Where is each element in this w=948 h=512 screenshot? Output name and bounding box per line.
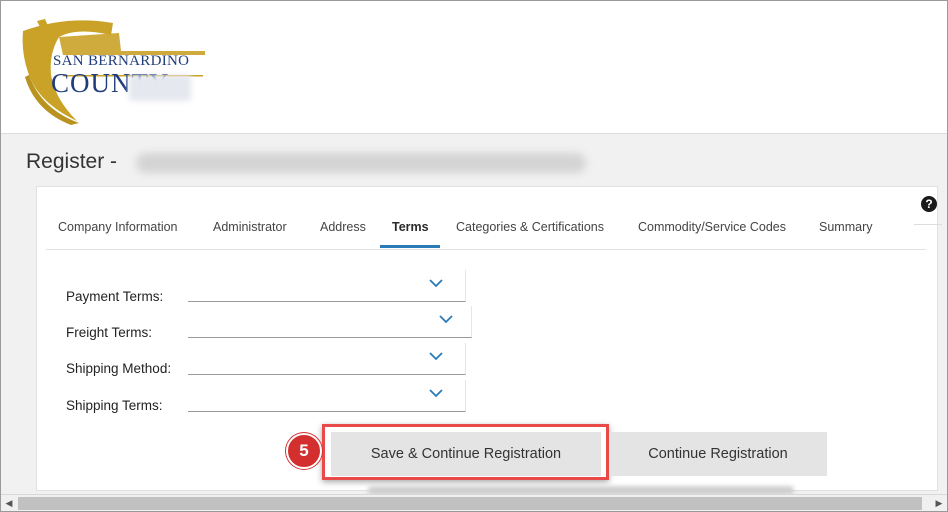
active-tab-indicator (380, 245, 440, 248)
freight-terms-label: Freight Terms: (66, 325, 153, 340)
scrollbar-thumb[interactable] (18, 497, 922, 510)
registration-tabs: Company Information Administrator Addres… (46, 208, 926, 250)
tab-commodity-service-codes[interactable]: Commodity/Service Codes (638, 220, 786, 234)
tab-company-information[interactable]: Company Information (58, 220, 178, 234)
page-title: Register - (26, 150, 118, 173)
logo-redaction (129, 75, 191, 101)
scroll-left-icon[interactable]: ◀ (1, 495, 17, 512)
horizontal-scrollbar[interactable]: ◀ ▶ (1, 494, 947, 511)
chevron-down-icon (429, 279, 443, 288)
shipping-terms-select[interactable] (188, 380, 466, 412)
tab-terms[interactable]: Terms (392, 220, 429, 234)
scroll-right-icon[interactable]: ▶ (931, 495, 947, 512)
step-badge: 5 (286, 433, 322, 469)
tab-summary[interactable]: Summary (819, 220, 872, 234)
tab-address[interactable]: Address (320, 220, 366, 234)
tab-categories-certifications[interactable]: Categories & Certifications (456, 220, 604, 234)
freight-terms-select[interactable] (188, 306, 472, 338)
chevron-down-icon (429, 389, 443, 398)
company-email-redaction (136, 153, 586, 173)
shipping-method-select[interactable] (188, 343, 466, 375)
site-header: SAN BERNARDINO COUNTY (1, 1, 947, 131)
payment-terms-label: Payment Terms: (66, 289, 164, 304)
shipping-method-label: Shipping Method: (66, 361, 172, 376)
payment-terms-select[interactable] (188, 270, 466, 302)
shipping-terms-label: Shipping Terms: (66, 398, 163, 413)
save-continue-button[interactable]: Save & Continue Registration (331, 432, 601, 476)
chevron-down-icon (439, 315, 453, 324)
chevron-down-icon (429, 352, 443, 361)
tab-administrator[interactable]: Administrator (213, 220, 287, 234)
continue-registration-button[interactable]: Continue Registration (609, 432, 827, 476)
